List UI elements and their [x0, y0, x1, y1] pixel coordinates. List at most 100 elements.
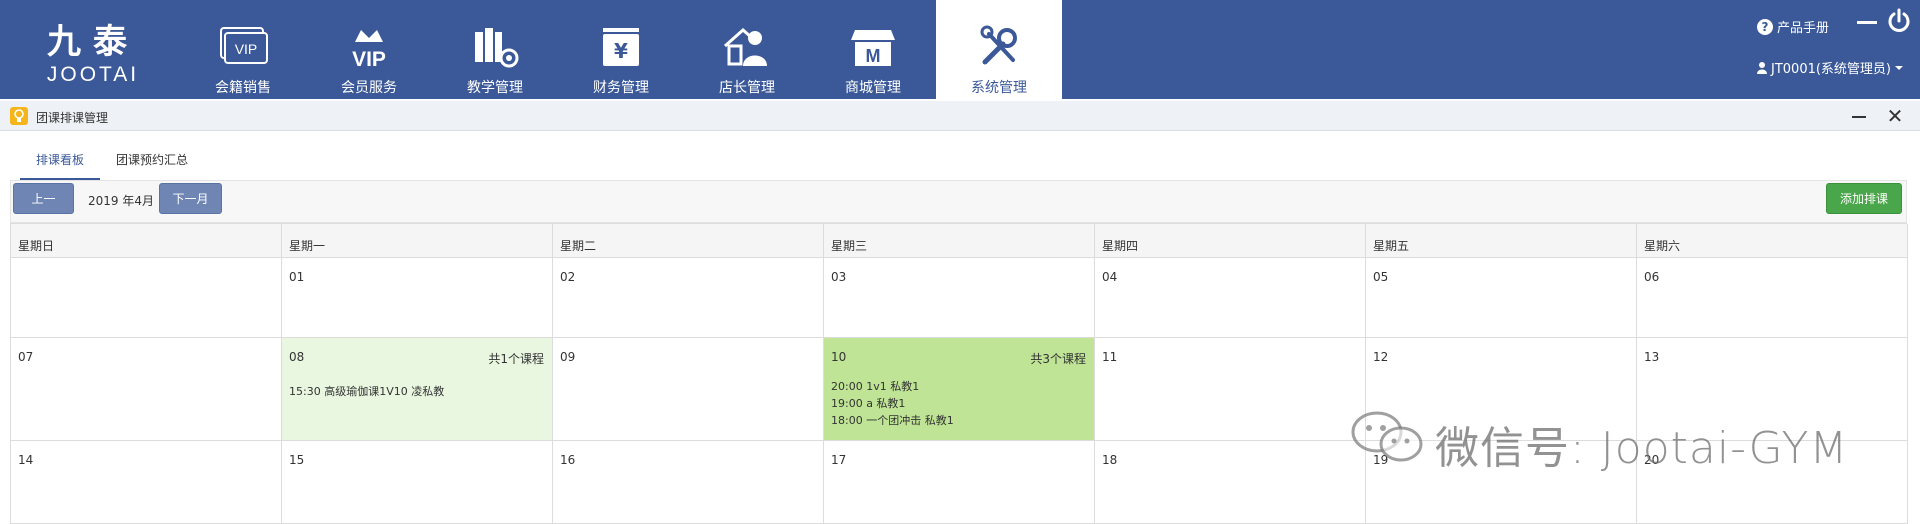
lightbulb-icon	[10, 107, 28, 125]
nav-label: 会籍销售	[215, 80, 271, 96]
brand-name-cn: 九泰	[47, 22, 139, 62]
calendar-day-cell[interactable]	[11, 258, 282, 338]
minimize-window-button[interactable]	[1855, 12, 1879, 32]
calendar-day-cell[interactable]: 01	[282, 258, 553, 338]
calendar-day-cell[interactable]: 05	[1366, 258, 1637, 338]
calendar-day-cell[interactable]: 15	[282, 441, 553, 524]
brand-name-en: JOOTAI	[46, 63, 140, 86]
add-schedule-button[interactable]: 添加排课	[1826, 183, 1902, 214]
weekday-label: 星期五	[1366, 224, 1637, 258]
day-number: 16	[560, 453, 576, 467]
nav-label: 教学管理	[467, 80, 523, 96]
close-icon: ✕	[1886, 104, 1904, 128]
nav-item-system[interactable]: 系统管理	[936, 0, 1062, 99]
course-entry[interactable]: 20:00 1v1 私教1	[831, 378, 954, 395]
calendar-day-cell-with-courses[interactable]: 08 共1个课程 15:30 高级瑜伽课1V10 凌私教	[282, 338, 553, 441]
nav-item-membership-sales[interactable]: VIP 会籍销售	[180, 0, 306, 99]
nav-item-teaching[interactable]: 教学管理	[432, 0, 558, 99]
chevron-down-icon	[1895, 65, 1904, 70]
calendar-day-cell-with-courses[interactable]: 10 共3个课程 20:00 1v1 私教1 19:00 a 私教1 18:00…	[824, 338, 1095, 441]
day-number: 02	[560, 270, 576, 284]
calendar-week-row: 07 08 共1个课程 15:30 高级瑜伽课1V10 凌私教 09 10 共3…	[10, 338, 1908, 441]
course-entry[interactable]: 18:00 一个团冲击 私教1	[831, 412, 954, 429]
calendar-day-cell[interactable]: 19	[1366, 441, 1637, 524]
top-nav-bar: 九泰 JOOTAI VIP 会籍销售 VIP 会员服务 教学管理 ¥ 财务管理 …	[0, 0, 1920, 99]
tab-schedule-board[interactable]: 排课看板	[20, 152, 101, 180]
day-number: 06	[1644, 270, 1660, 284]
nav-label: 店长管理	[719, 80, 775, 96]
panel-header: 团课排课管理 ✕	[0, 101, 1920, 131]
nav-item-store-manager[interactable]: 店长管理	[684, 0, 810, 99]
day-number: 04	[1102, 270, 1118, 284]
nav-item-member-service[interactable]: VIP 会员服务	[306, 0, 432, 99]
nav-label: 商城管理	[845, 80, 901, 96]
calendar-day-cell[interactable]: 12	[1366, 338, 1637, 441]
day-number: 09	[560, 350, 576, 364]
weekday-label: 星期四	[1095, 224, 1366, 258]
day-number: 19	[1373, 453, 1389, 467]
nav-item-finance[interactable]: ¥ 财务管理	[558, 0, 684, 99]
day-number: 11	[1102, 350, 1118, 364]
svg-text:VIP: VIP	[352, 48, 386, 71]
tools-icon	[980, 25, 1017, 65]
calendar-day-cell[interactable]: 09	[553, 338, 824, 441]
svg-text:M: M	[866, 46, 881, 66]
user-name: JT0001(系统管理员)	[1771, 62, 1892, 77]
weekday-label: 星期一	[282, 224, 553, 258]
calendar-day-cell[interactable]: 02	[553, 258, 824, 338]
course-entry[interactable]: 19:00 a 私教1	[831, 395, 954, 412]
books-gear-icon	[475, 28, 519, 68]
product-manual-link[interactable]: ? 产品手册	[1757, 17, 1829, 36]
nav-label: 会员服务	[341, 80, 397, 96]
calendar-day-cell[interactable]: 07	[11, 338, 282, 441]
day-number: 15	[289, 453, 305, 467]
nav-item-mall[interactable]: M 商城管理	[810, 0, 936, 99]
panel-close-button[interactable]: ✕	[1884, 105, 1906, 127]
calendar-day-cell[interactable]: 11	[1095, 338, 1366, 441]
power-icon[interactable]	[1886, 8, 1912, 34]
next-month-button[interactable]: 下一月	[159, 183, 222, 214]
weekday-header: 星期日 星期一 星期二 星期三 星期四 星期五 星期六	[10, 223, 1908, 258]
day-number: 03	[831, 270, 847, 284]
day-number: 08	[289, 350, 305, 364]
shop-store-icon: M	[851, 30, 895, 66]
brand-logo: 九泰 JOOTAI	[38, 22, 148, 92]
day-number: 07	[18, 350, 34, 364]
help-icon: ?	[1757, 18, 1773, 35]
calendar-day-cell[interactable]: 13	[1637, 338, 1908, 441]
prev-month-button[interactable]: 上一月	[13, 183, 74, 237]
calendar-day-cell[interactable]: 20	[1637, 441, 1908, 524]
calendar-day-cell[interactable]: 03	[824, 258, 1095, 338]
weekday-label: 星期六	[1637, 224, 1908, 258]
day-number: 13	[1644, 350, 1660, 364]
vip-crown-icon: VIP	[352, 30, 386, 71]
user-icon	[1757, 61, 1767, 74]
calendar-day-cell[interactable]: 16	[553, 441, 824, 524]
weekday-label: 星期三	[824, 224, 1095, 258]
calendar-day-cell[interactable]: 04	[1095, 258, 1366, 338]
vip-card-icon: VIP	[220, 27, 268, 64]
tab-booking-summary[interactable]: 团课预约汇总	[100, 152, 204, 180]
calendar-day-cell[interactable]: 17	[824, 441, 1095, 524]
calendar-day-cell[interactable]: 18	[1095, 441, 1366, 524]
calendar-day-cell[interactable]: 14	[11, 441, 282, 524]
day-number: 18	[1102, 453, 1118, 467]
course-list: 20:00 1v1 私教1 19:00 a 私教1 18:00 一个团冲击 私教…	[831, 378, 954, 429]
course-count: 共1个课程	[488, 352, 544, 366]
month-calendar: 星期日 星期一 星期二 星期三 星期四 星期五 星期六 01 02 03 04 …	[10, 223, 1908, 524]
day-number: 12	[1373, 350, 1389, 364]
calendar-day-cell[interactable]: 06	[1637, 258, 1908, 338]
user-menu-dropdown[interactable]: JT0001(系统管理员)	[1757, 58, 1904, 77]
yuan-document-icon: ¥	[603, 28, 639, 66]
course-entry[interactable]: 15:30 高级瑜伽课1V10 凌私教	[289, 383, 444, 400]
svg-text:VIP: VIP	[235, 41, 258, 57]
nav-label: 财务管理	[593, 80, 649, 96]
day-number: 10	[831, 350, 847, 364]
day-number: 14	[18, 453, 34, 467]
product-manual-label: 产品手册	[1777, 21, 1830, 36]
day-number: 01	[289, 270, 305, 284]
nav-label: 系统管理	[971, 80, 1027, 96]
panel-minimize-button[interactable]	[1849, 109, 1869, 125]
weekday-label: 星期二	[553, 224, 824, 258]
svg-text:¥: ¥	[614, 39, 628, 63]
